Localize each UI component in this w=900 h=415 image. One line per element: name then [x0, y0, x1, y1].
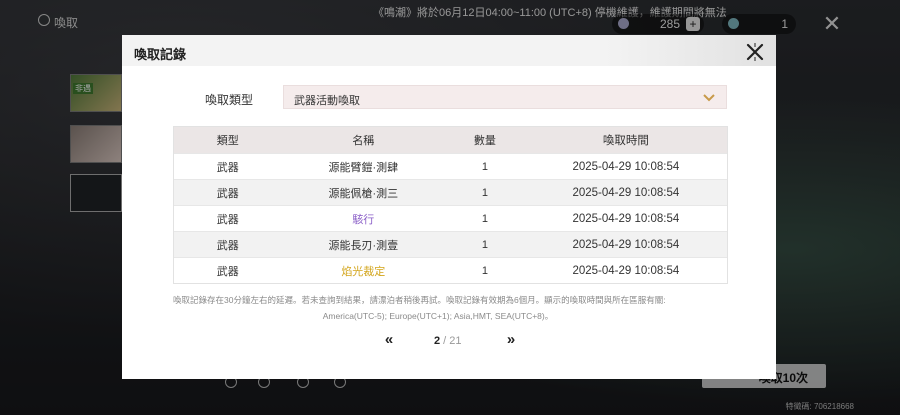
- close-button[interactable]: [744, 41, 766, 63]
- previous-page-button[interactable]: «: [381, 332, 397, 349]
- dialog-header: 喚取記錄: [122, 35, 776, 66]
- record-note: 喚取記錄存在30分鐘左右的延遲。若未查詢到結果，請漂泊者稍後再試。喚取記錄有效期…: [173, 292, 733, 324]
- column-header-name: 名稱: [352, 135, 375, 147]
- convene-record-dialog: 喚取記錄 喚取類型 武器活動喚取 類型 名稱 數量 喚取時間 武器 源能臂鎧·測…: [122, 35, 776, 379]
- note-line-1: 喚取記錄存在30分鐘左右的延遲。若未查詢到結果，請漂泊者稍後再試。喚取記錄有效期…: [173, 295, 666, 305]
- cell-type: 武器: [216, 213, 239, 226]
- cell-time: 2025-04-29 10:08:54: [572, 264, 680, 277]
- cell-type: 武器: [216, 161, 239, 174]
- cell-time: 2025-04-29 10:08:54: [572, 212, 680, 225]
- pagination: « 2 / 21 »: [122, 332, 776, 349]
- dialog-title: 喚取記錄: [134, 47, 187, 62]
- convene-type-select[interactable]: 武器活動喚取: [283, 85, 727, 109]
- cell-time: 2025-04-29 10:08:54: [572, 160, 680, 173]
- cell-quantity: 1: [481, 264, 488, 277]
- cell-time: 2025-04-29 10:08:54: [572, 186, 680, 199]
- page-separator: /: [440, 335, 450, 347]
- next-page-button[interactable]: »: [503, 332, 519, 349]
- cell-type: 武器: [216, 265, 239, 278]
- cell-name: 駭行: [352, 213, 375, 226]
- cell-quantity: 1: [481, 238, 488, 251]
- record-table: 類型 名稱 數量 喚取時間 武器 源能臂鎧·測肆 1 2025-04-29 10…: [173, 126, 728, 284]
- cell-name: 源能佩槍·測三: [328, 187, 399, 200]
- column-header-quantity: 數量: [473, 135, 496, 147]
- table-row: 武器 源能臂鎧·測肆 1 2025-04-29 10:08:54: [174, 153, 727, 179]
- cell-time: 2025-04-29 10:08:54: [572, 238, 680, 251]
- close-icon: [746, 43, 764, 61]
- cell-type: 武器: [216, 187, 239, 200]
- cell-name: 源能臂鎧·測肆: [328, 161, 399, 174]
- cell-quantity: 1: [481, 212, 488, 225]
- total-pages: 21: [449, 335, 462, 347]
- filter-label: 喚取類型: [205, 93, 254, 107]
- convene-type-value: 武器活動喚取: [294, 95, 360, 107]
- cell-type: 武器: [216, 239, 239, 252]
- table-row: 武器 焰光裁定 1 2025-04-29 10:08:54: [174, 257, 727, 283]
- table-row: 武器 駭行 1 2025-04-29 10:08:54: [174, 205, 727, 231]
- column-header-type: 類型: [216, 135, 239, 147]
- cell-quantity: 1: [481, 160, 488, 173]
- note-line-2: America(UTC-5); Europe(UTC+1); Asia,HMT,…: [322, 311, 554, 321]
- table-row: 武器 源能佩槍·測三 1 2025-04-29 10:08:54: [174, 179, 727, 205]
- column-header-time: 喚取時間: [602, 135, 649, 147]
- cell-name: 源能長刃·測壹: [328, 239, 399, 252]
- table-row: 武器 源能長刃·測壹 1 2025-04-29 10:08:54: [174, 231, 727, 257]
- chevron-down-icon: [703, 94, 715, 102]
- table-header: 類型 名稱 數量 喚取時間: [174, 127, 727, 153]
- cell-quantity: 1: [481, 186, 488, 199]
- cell-name: 焰光裁定: [341, 265, 386, 278]
- page-indicator: 2 / 21: [434, 335, 462, 347]
